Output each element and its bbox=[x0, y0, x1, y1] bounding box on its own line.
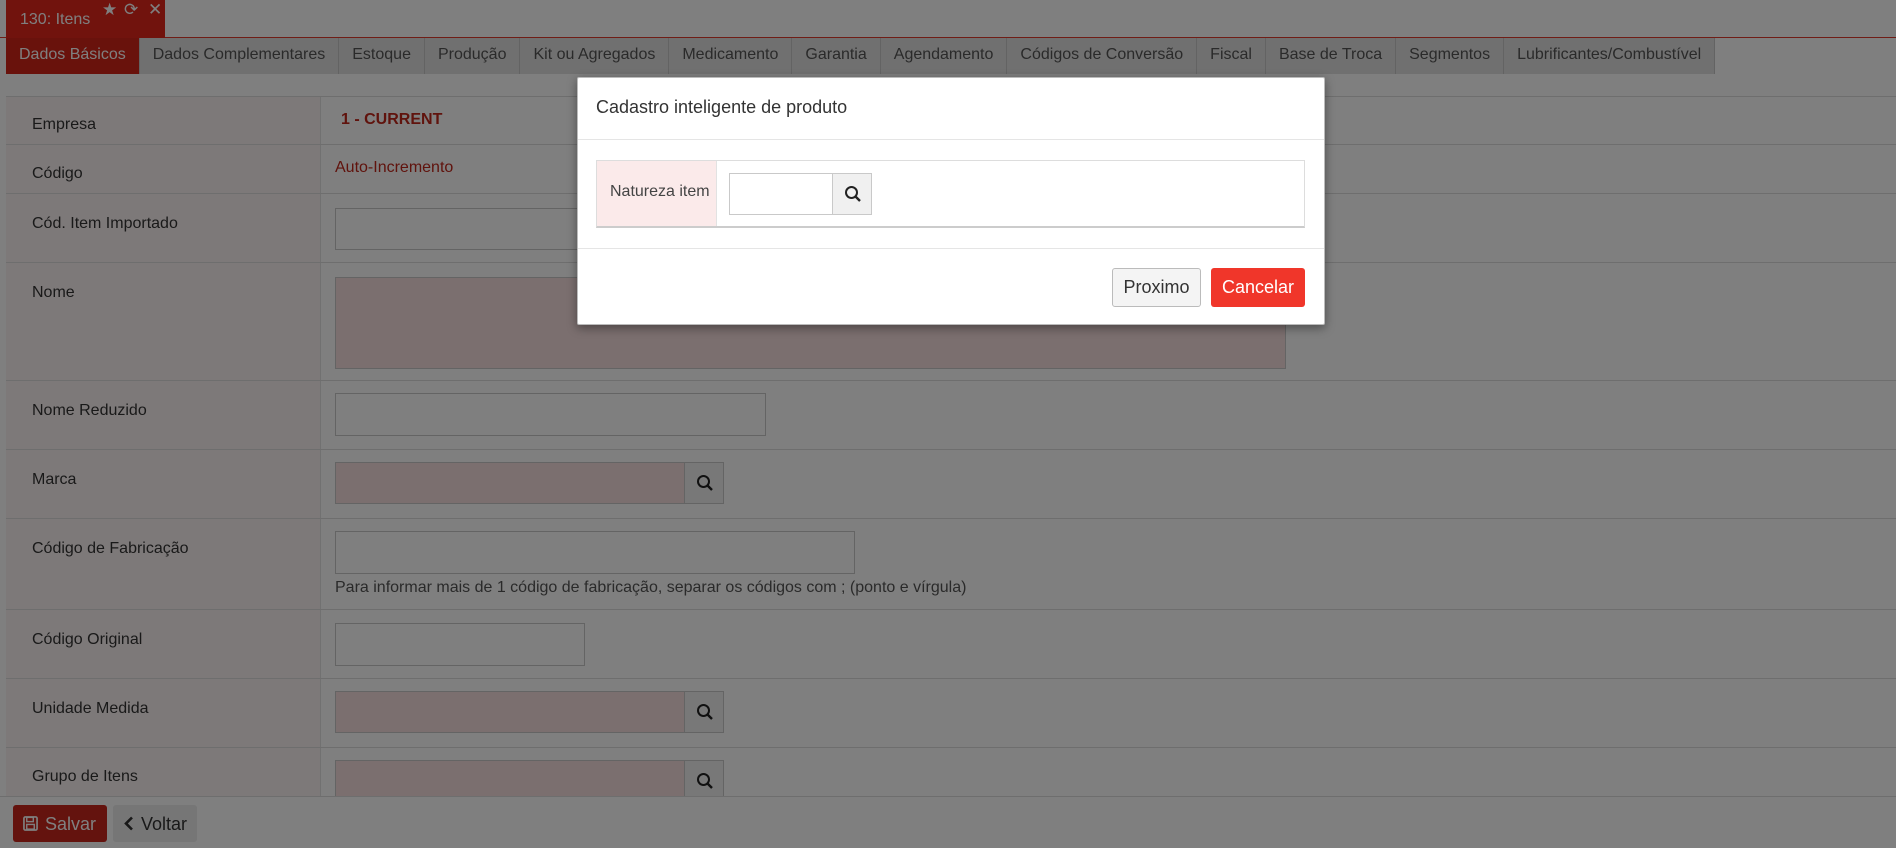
next-button[interactable]: Proximo bbox=[1112, 268, 1201, 307]
modal-footer-divider bbox=[578, 248, 1324, 249]
natureza-item-label: Natureza item bbox=[610, 183, 710, 200]
natureza-item-search-button[interactable] bbox=[832, 173, 872, 215]
modal-title: Cadastro inteligente de produto bbox=[596, 97, 848, 117]
natureza-item-field: Natureza item bbox=[596, 160, 1305, 228]
search-icon bbox=[845, 186, 861, 202]
cancel-button[interactable]: Cancelar bbox=[1211, 268, 1305, 307]
modal-header: Cadastro inteligente de produto bbox=[578, 78, 1324, 140]
smart-product-modal: Cadastro inteligente de produto Natureza… bbox=[577, 77, 1325, 325]
next-label: Proximo bbox=[1123, 277, 1190, 297]
natureza-item-input[interactable] bbox=[729, 173, 833, 215]
cancel-label: Cancelar bbox=[1221, 277, 1295, 297]
